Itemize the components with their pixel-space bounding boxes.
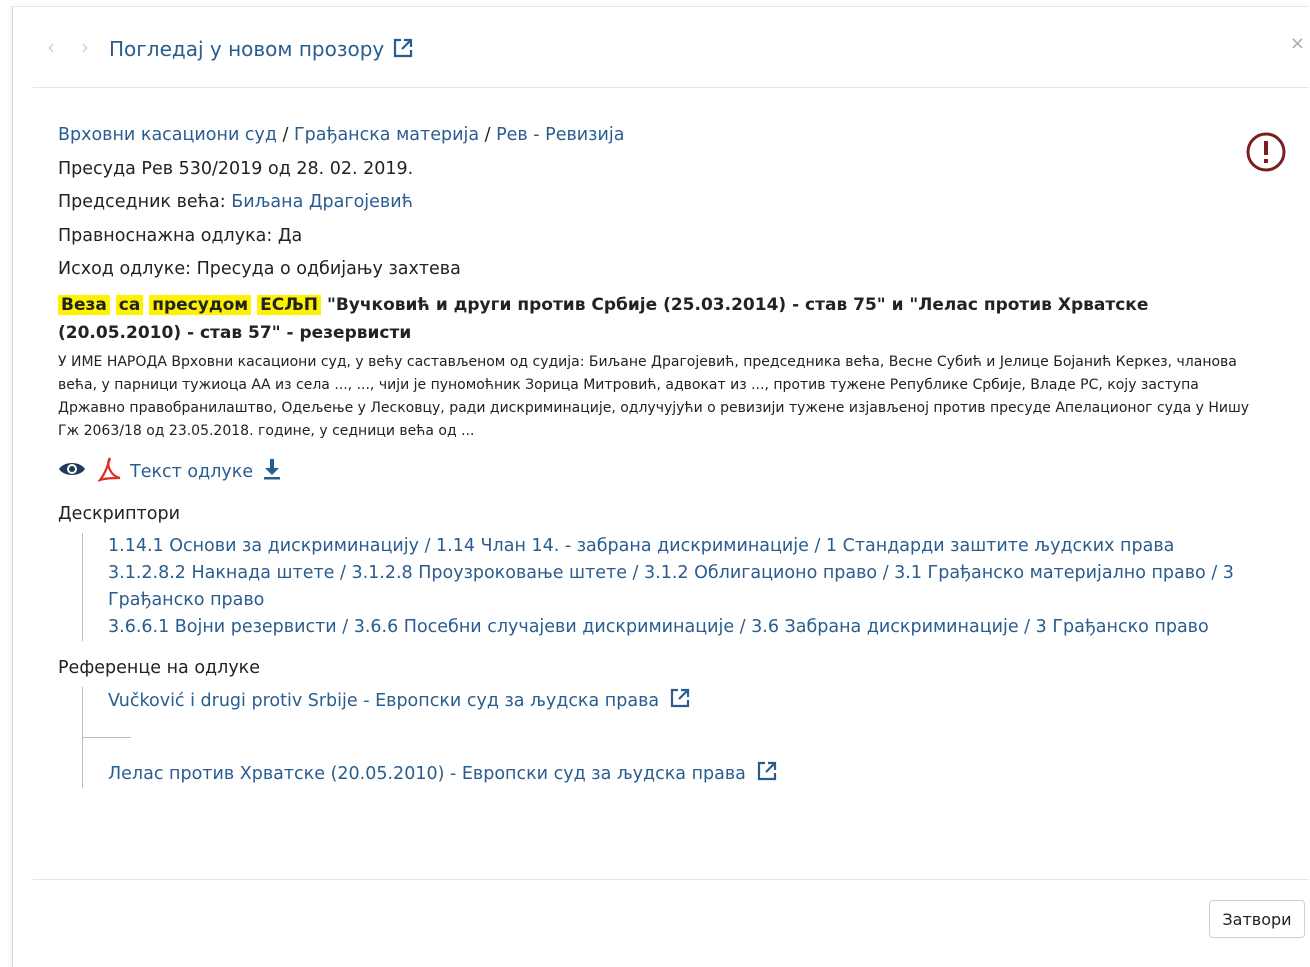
document-actions: Текст одлуке xyxy=(58,457,1258,487)
echr-relation: Веза са пресудом ЕСЉП "Вучковић и други … xyxy=(58,291,1258,347)
relation-tag: пресудом xyxy=(149,294,252,315)
header-divider xyxy=(33,87,1309,88)
open-new-window-label: Погледај у новом прозору xyxy=(109,37,385,61)
chevron-left-icon[interactable]: ‹ xyxy=(47,37,55,57)
close-icon[interactable]: × xyxy=(1290,33,1305,54)
references-title: Референце на одлуке xyxy=(58,657,261,678)
modal-header: ‹ › Погледај у новом прозору × xyxy=(13,7,1309,89)
chevron-right-icon[interactable]: › xyxy=(81,37,89,57)
descriptors-list: 1.14.1 Основи за дискриминацију / 1.14 Ч… xyxy=(82,532,1258,641)
reference-link[interactable]: Лелас против Хрватске (20.05.2010) - Евр… xyxy=(108,760,1258,788)
decision-text-link[interactable]: Текст одлуке xyxy=(130,462,253,482)
footer-divider xyxy=(33,879,1309,880)
final-decision: Правноснажна одлука: Да xyxy=(58,225,303,246)
pdf-icon xyxy=(96,456,122,487)
descriptors-title: Дескриптори xyxy=(58,503,180,524)
relation-tag: Веза xyxy=(58,294,110,315)
open-new-window-link[interactable]: Погледај у новом прозору xyxy=(109,37,414,64)
close-button[interactable]: Затвори xyxy=(1209,900,1305,938)
eye-icon[interactable] xyxy=(58,459,86,484)
descriptor-item[interactable]: 3.1.2.8.2 Накнада штете / 3.1.2.8 Проузр… xyxy=(108,560,1258,587)
external-link-icon xyxy=(392,37,414,64)
relation-tag: ЕСЉП xyxy=(257,294,322,315)
breadcrumb-separator: / xyxy=(276,125,294,145)
breadcrumb: Врховни касациони суд / Грађанска матери… xyxy=(58,125,1258,145)
relation-tag: са xyxy=(115,294,144,315)
breadcrumb-separator: / xyxy=(479,125,497,145)
decision-modal: ‹ › Погледај у новом прозору × Врховни к… xyxy=(12,6,1309,967)
breadcrumb-type[interactable]: Рев - Ревизија xyxy=(496,125,624,145)
breadcrumb-matter[interactable]: Грађанска материја xyxy=(294,125,479,145)
decision-content: Врховни касациони суд / Грађанска матери… xyxy=(58,125,1258,788)
external-link-icon xyxy=(756,760,778,788)
decision-outcome: Исход одлуке: Пресуда о одбијању захтева xyxy=(58,259,461,279)
descriptor-item[interactable]: 3.6.6.1 Војни резервисти / 3.6.6 Посебни… xyxy=(108,614,1258,641)
president-label: Председник већа: xyxy=(58,192,232,212)
reference-link[interactable]: Vučković i drugi protiv Srbije - Европск… xyxy=(108,687,1258,715)
reference-divider xyxy=(83,736,131,738)
reference-label: Vučković i drugi protiv Srbije - Европск… xyxy=(108,690,660,711)
decision-summary: У ИМЕ НАРОДА Врховни касациони суд, у ве… xyxy=(58,353,1250,439)
download-icon[interactable] xyxy=(263,458,281,485)
references-list: Vučković i drugi protiv Srbije - Европск… xyxy=(82,686,1258,788)
panel-president: Председник већа: Биљана Драгојевић xyxy=(58,192,1258,212)
descriptor-item[interactable]: Грађанско право xyxy=(108,587,1258,614)
descriptor-item[interactable]: 1.14.1 Основи за дискриминацију / 1.14 Ч… xyxy=(108,533,1258,560)
reference-label: Лелас против Хрватске (20.05.2010) - Евр… xyxy=(108,763,746,784)
president-name-link[interactable]: Биљана Драгојевић xyxy=(231,192,413,212)
decision-title: Пресуда Рев 530/2019 од 28. 02. 2019. xyxy=(58,158,414,179)
breadcrumb-court[interactable]: Врховни касациони суд xyxy=(58,125,277,145)
external-link-icon xyxy=(669,687,691,715)
